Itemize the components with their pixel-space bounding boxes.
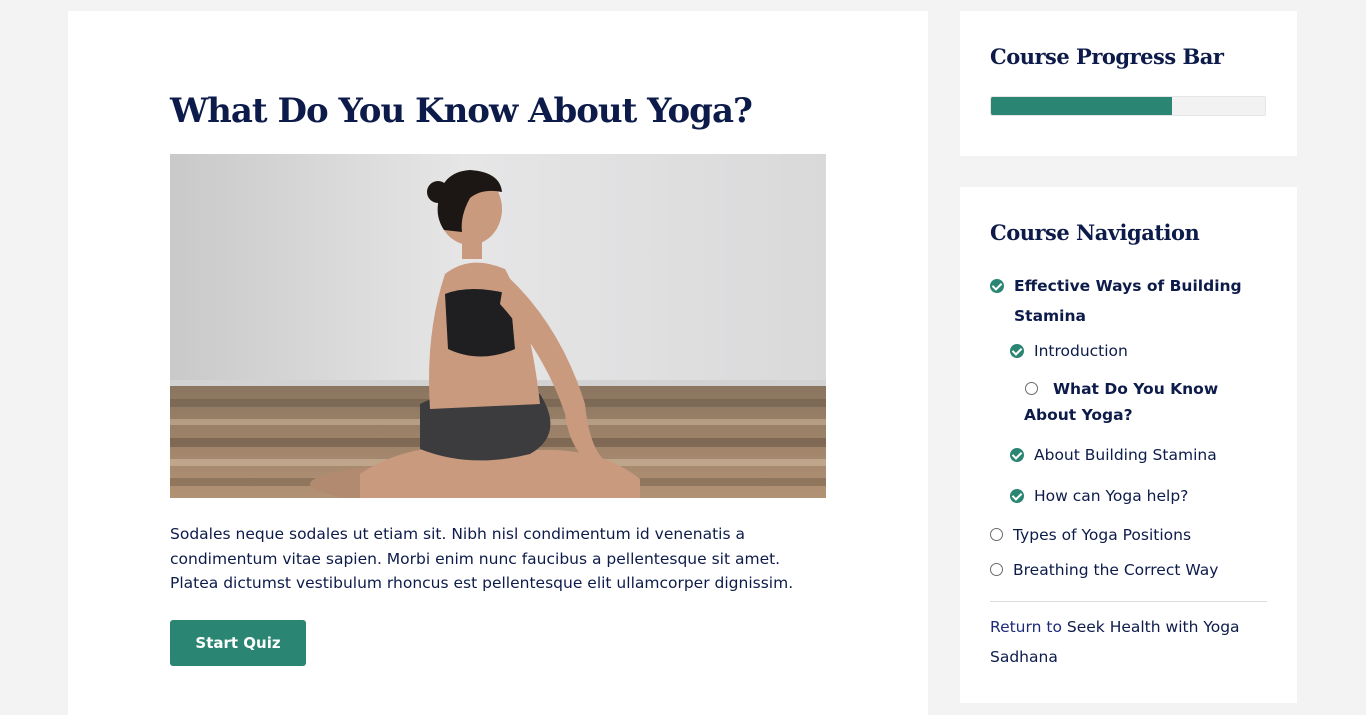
nav-item-label: Breathing the Correct Way bbox=[1013, 561, 1219, 579]
lesson-body-text: Sodales neque sodales ut etiam sit. Nibh… bbox=[170, 525, 794, 592]
nav-item-about-building-stamina[interactable]: About Building Stamina bbox=[1010, 440, 1250, 470]
nav-item-what-do-you-know[interactable]: What Do You Know About Yoga? bbox=[1024, 376, 1258, 428]
empty-circle-icon bbox=[990, 528, 1003, 541]
return-prefix[interactable]: Return to bbox=[990, 618, 1062, 636]
nav-item-effective-ways[interactable]: Effective Ways of Building Stamina bbox=[990, 271, 1250, 331]
nav-item-how-can-yoga-help[interactable]: How can Yoga help? bbox=[1010, 481, 1250, 511]
return-to-course-link[interactable]: Return to Seek Health with Yoga Sadhana bbox=[990, 612, 1260, 672]
nav-item-label: What Do You Know About Yoga? bbox=[1024, 380, 1219, 424]
check-circle-icon bbox=[1010, 344, 1024, 358]
course-progress-card: Course Progress Bar bbox=[960, 11, 1297, 156]
nav-item-label: Effective Ways of Building Stamina bbox=[1014, 277, 1242, 325]
lesson-image bbox=[170, 154, 826, 498]
check-circle-icon bbox=[1010, 489, 1024, 503]
course-progress-fill bbox=[991, 97, 1172, 115]
progress-card-title: Course Progress Bar bbox=[990, 44, 1224, 69]
check-circle-icon bbox=[990, 279, 1004, 293]
nav-item-label: About Building Stamina bbox=[1034, 446, 1217, 464]
nav-item-label: Types of Yoga Positions bbox=[1013, 526, 1192, 544]
nav-divider bbox=[990, 601, 1267, 602]
course-navigation-card: Course Navigation Effective Ways of Buil… bbox=[960, 187, 1297, 703]
start-quiz-button[interactable]: Start Quiz bbox=[170, 620, 306, 666]
course-progress-bar bbox=[990, 96, 1266, 116]
lesson-content: What Do You Know About Yoga? Sodales neq… bbox=[68, 11, 928, 715]
nav-item-label: Introduction bbox=[1034, 342, 1128, 360]
nav-item-introduction[interactable]: Introduction bbox=[1010, 336, 1250, 366]
nav-item-breathing-correct-way[interactable]: Breathing the Correct Way bbox=[990, 555, 1260, 585]
navigation-card-title: Course Navigation bbox=[990, 220, 1200, 245]
empty-circle-icon bbox=[990, 563, 1003, 576]
nav-item-types-of-yoga-positions[interactable]: Types of Yoga Positions bbox=[990, 520, 1260, 550]
check-circle-icon bbox=[1010, 448, 1024, 462]
lesson-title: What Do You Know About Yoga? bbox=[170, 91, 753, 131]
nav-item-label: How can Yoga help? bbox=[1034, 487, 1189, 505]
